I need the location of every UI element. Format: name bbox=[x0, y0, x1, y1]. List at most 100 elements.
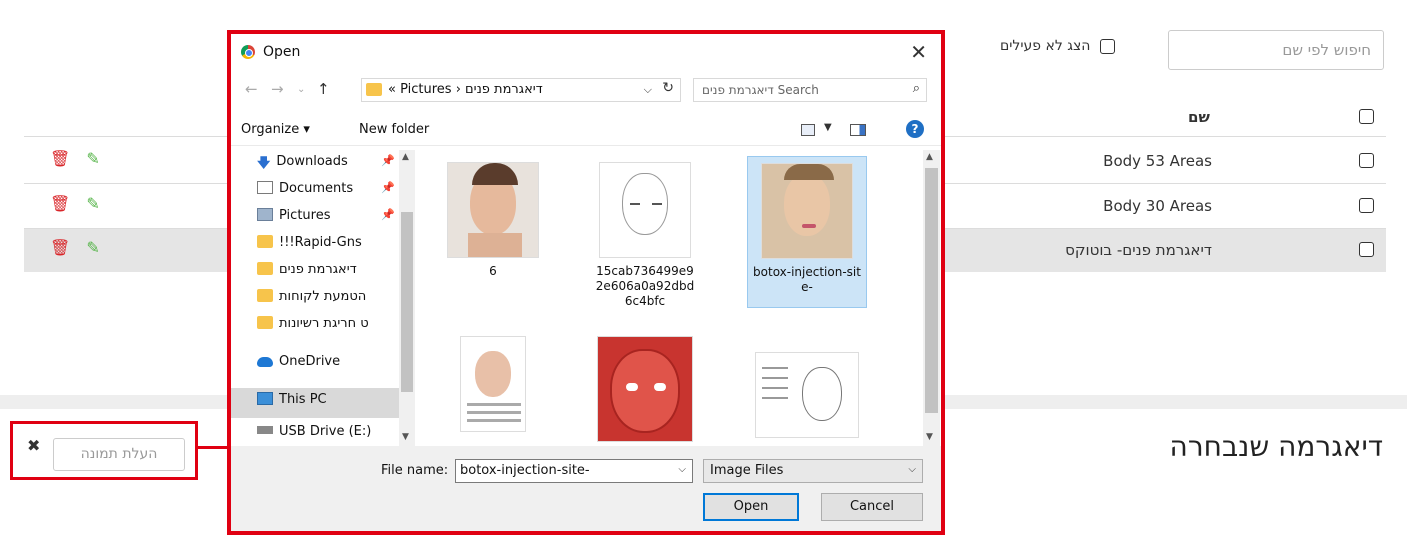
file-tile[interactable]: 15cab736499e92e606a0a92dbd6c4bfc bbox=[585, 156, 705, 326]
edit-icon[interactable]: ✎ bbox=[86, 150, 99, 168]
navigation-pane: 🡇 Downloads 📌 Documents 📌 Pictures 📌 !!!Rapi… bbox=[231, 150, 415, 446]
file-thumbnail bbox=[599, 162, 691, 258]
table-header: שם bbox=[1150, 104, 1390, 134]
files-scrollbar[interactable]: ▲ ▼ bbox=[923, 150, 940, 446]
close-icon[interactable]: ✕ bbox=[910, 40, 927, 64]
nav-item-label: Documents bbox=[279, 181, 354, 196]
chevron-down-icon[interactable]: ⌵ bbox=[644, 83, 652, 97]
new-folder-button[interactable]: New folder bbox=[359, 122, 429, 137]
nav-item-license-exceptions[interactable]: ט חריגת רשיונות bbox=[257, 316, 401, 342]
folder-search-input[interactable]: Search דיאגרמת פנים ⌕ bbox=[693, 78, 927, 102]
folder-icon bbox=[257, 262, 273, 275]
address-row: ← → ⌄ ↑ « Pictures › דיאגרמת פנים ⌵ ↻ Se… bbox=[231, 76, 941, 104]
chevron-down-icon[interactable]: ⌵ bbox=[908, 464, 916, 475]
recent-chevron-icon[interactable]: ⌄ bbox=[297, 84, 305, 95]
row-checkbox[interactable] bbox=[1359, 242, 1374, 257]
nav-item-client-onboarding[interactable]: הטמעת לקוחות bbox=[257, 289, 401, 315]
breadcrumb[interactable]: « Pictures › דיאגרמת פנים bbox=[388, 82, 543, 97]
nav-item-label: This PC bbox=[279, 392, 327, 407]
selected-diagram-title: דיאגרמה שנבחרה bbox=[1169, 430, 1383, 463]
up-arrow-icon[interactable]: ↑ bbox=[317, 80, 330, 98]
file-name: 15cab736499e92e606a0a92dbd6c4bfc bbox=[595, 264, 695, 308]
nav-item-downloads[interactable]: 🡇 Downloads 📌 bbox=[257, 154, 401, 180]
file-tile-selected[interactable]: botox-injection-site- bbox=[747, 156, 867, 308]
organize-menu[interactable]: Organize ▾ bbox=[241, 122, 310, 137]
address-bar[interactable]: « Pictures › דיאגרמת פנים ⌵ ↻ bbox=[361, 78, 681, 102]
row-name: דיאגרמת פנים- בוטוקס bbox=[1065, 241, 1212, 259]
show-inactive-toggle[interactable]: הצג לא פעילים bbox=[1000, 38, 1116, 54]
chevron-down-icon[interactable]: ⌵ bbox=[678, 464, 686, 475]
edit-icon[interactable]: ✎ bbox=[86, 239, 99, 257]
pc-icon bbox=[257, 392, 273, 405]
scroll-up-icon[interactable]: ▲ bbox=[926, 152, 933, 162]
delete-icon[interactable]: 🗑 bbox=[50, 150, 70, 168]
chevron-down-icon[interactable]: ▼ bbox=[824, 122, 832, 133]
row-checkbox[interactable] bbox=[1359, 198, 1374, 213]
download-icon: 🡇 bbox=[257, 156, 271, 171]
upload-image-button[interactable]: העלת תמונה bbox=[53, 438, 185, 471]
cancel-button[interactable]: Cancel bbox=[821, 493, 923, 521]
scroll-down-icon[interactable]: ▼ bbox=[402, 432, 409, 442]
file-tile[interactable] bbox=[433, 336, 553, 446]
file-tile[interactable]: 6 bbox=[433, 156, 553, 306]
nav-item-label: !!!Rapid-Gns bbox=[279, 235, 362, 250]
folder-icon bbox=[257, 235, 273, 248]
close-icon[interactable]: ✖ bbox=[27, 436, 40, 455]
view-icon[interactable] bbox=[801, 124, 815, 136]
chrome-icon bbox=[241, 45, 255, 59]
folder-icon bbox=[366, 83, 382, 96]
pictures-icon bbox=[257, 208, 273, 221]
nav-item-rapid-gns[interactable]: !!!Rapid-Gns bbox=[257, 235, 401, 261]
page-root: חיפוש לפי שם הצג לא פעילים שם Body 53 Ar… bbox=[0, 0, 1407, 547]
search-placeholder: Search דיאגרמת פנים bbox=[702, 83, 819, 97]
delete-icon[interactable]: 🗑 bbox=[50, 239, 70, 257]
pin-icon: 📌 bbox=[381, 181, 395, 194]
dialog-title-bar: Open ✕ bbox=[231, 34, 941, 70]
nav-item-pictures[interactable]: Pictures 📌 bbox=[257, 208, 401, 234]
scroll-up-icon[interactable]: ▲ bbox=[402, 152, 409, 162]
nav-item-label: דיאגרמת פנים bbox=[279, 262, 357, 277]
file-type-value: Image Files bbox=[710, 463, 784, 478]
row-name: Body 53 Areas bbox=[1103, 152, 1212, 170]
row-checkbox[interactable] bbox=[1359, 153, 1374, 168]
pin-icon: 📌 bbox=[381, 154, 395, 167]
file-thumbnail bbox=[761, 163, 853, 259]
nav-item-this-pc[interactable]: This PC bbox=[231, 388, 399, 418]
nav-item-label: Downloads bbox=[276, 154, 348, 169]
show-inactive-checkbox[interactable] bbox=[1100, 38, 1116, 54]
dialog-footer: File name: botox-injection-site- ⌵ Image… bbox=[231, 446, 941, 531]
nav-item-documents[interactable]: Documents 📌 bbox=[257, 181, 401, 207]
search-by-name-input[interactable]: חיפוש לפי שם bbox=[1168, 30, 1384, 70]
scroll-down-icon[interactable]: ▼ bbox=[926, 432, 933, 442]
column-header-name: שם bbox=[1188, 108, 1210, 126]
back-arrow-icon[interactable]: ← bbox=[245, 80, 258, 98]
forward-arrow-icon[interactable]: → bbox=[271, 80, 284, 98]
edit-icon[interactable]: ✎ bbox=[86, 195, 99, 213]
nav-item-usb-drive[interactable]: USB Drive (E:) bbox=[257, 424, 401, 446]
onedrive-icon bbox=[257, 357, 273, 367]
file-tile[interactable] bbox=[585, 336, 705, 446]
files-scroll-thumb[interactable] bbox=[925, 168, 938, 413]
preview-pane-icon[interactable] bbox=[850, 124, 866, 136]
nav-item-face-diagram[interactable]: דיאגרמת פנים bbox=[257, 262, 401, 288]
open-button[interactable]: Open bbox=[703, 493, 799, 521]
nav-scrollbar[interactable]: ▲ ▼ bbox=[399, 150, 415, 446]
row-name: Body 30 Areas bbox=[1103, 197, 1212, 215]
file-name-input[interactable]: botox-injection-site- ⌵ bbox=[455, 459, 693, 483]
file-name-label: File name: bbox=[381, 463, 449, 478]
delete-icon[interactable]: 🗑 bbox=[50, 195, 70, 213]
select-all-checkbox[interactable] bbox=[1359, 109, 1374, 124]
highlight-connector bbox=[196, 446, 230, 449]
refresh-icon[interactable]: ↻ bbox=[662, 80, 674, 96]
file-tile[interactable] bbox=[747, 336, 867, 446]
nav-scroll-thumb[interactable] bbox=[401, 212, 413, 392]
nav-item-onedrive[interactable]: OneDrive bbox=[257, 354, 401, 380]
file-thumbnail bbox=[597, 336, 693, 442]
show-inactive-label: הצג לא פעילים bbox=[1000, 38, 1091, 54]
usb-icon bbox=[257, 426, 273, 434]
file-thumbnail bbox=[447, 162, 539, 258]
nav-item-label: OneDrive bbox=[279, 354, 341, 369]
file-type-select[interactable]: Image Files ⌵ bbox=[703, 459, 923, 483]
help-icon[interactable]: ? bbox=[906, 120, 924, 138]
pin-icon: 📌 bbox=[381, 208, 395, 221]
